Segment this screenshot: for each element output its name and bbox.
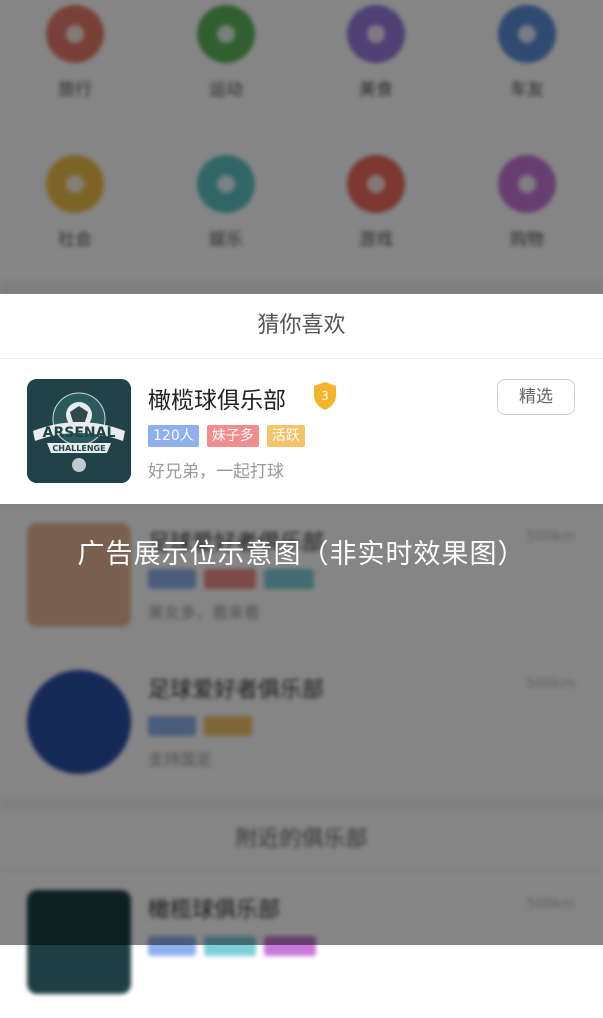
club-tags: 120人 妹子多 活跃 (148, 425, 305, 447)
logo-text-bottom: CHALLENGE (52, 444, 105, 453)
active-tag: 活跃 (266, 425, 305, 447)
club-item[interactable]: ARSENAL CHALLENGE 橄榄球俱乐部 3 120人 妹子多 活跃 好… (0, 359, 603, 504)
recommend-header: 猜你喜欢 (0, 294, 603, 359)
level-badge-icon: 3 (314, 382, 336, 410)
arsenal-logo-icon: ARSENAL CHALLENGE (27, 379, 131, 483)
recommend-card: 猜你喜欢 ARSENAL CHALLENGE 橄榄球俱乐部 3 120人 妹子多… (0, 294, 603, 504)
club-title: 橄榄球俱乐部 (148, 388, 286, 414)
level-number: 3 (321, 389, 329, 403)
featured-button[interactable]: 精选 (497, 379, 575, 415)
club-subtitle: 好兄弟，一起打球 (148, 462, 284, 482)
ad-caption: 广告展示位示意图（非实时效果图） (77, 539, 526, 570)
club-thumbnail[interactable]: ARSENAL CHALLENGE (27, 379, 131, 483)
member-count-tag: 120人 (148, 425, 199, 447)
logo-text-top: ARSENAL (43, 425, 116, 441)
girls-tag: 妹子多 (206, 425, 259, 447)
